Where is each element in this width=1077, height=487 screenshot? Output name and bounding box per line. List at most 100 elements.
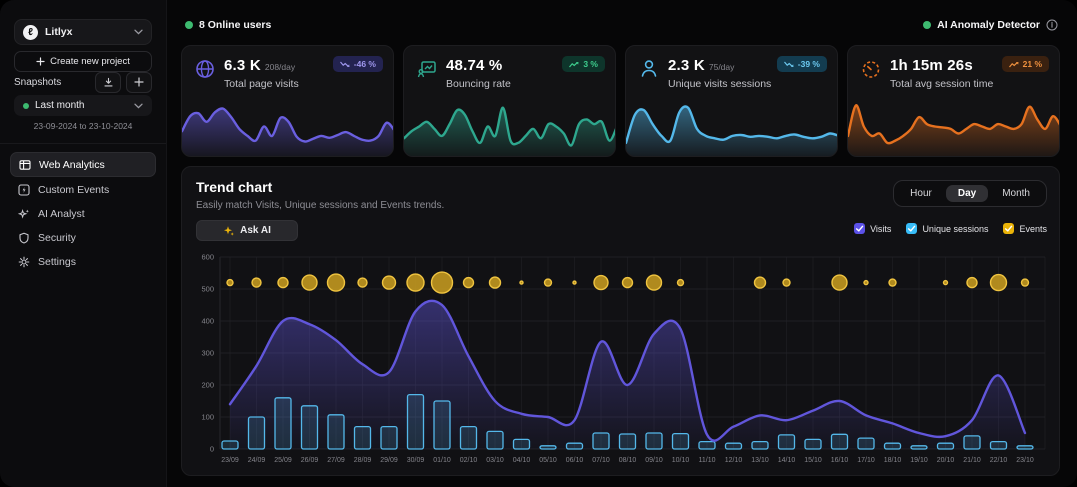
check-icon xyxy=(907,224,916,233)
x-axis-tick: 08/10 xyxy=(619,457,637,464)
plus-icon xyxy=(36,57,45,66)
events-bubble xyxy=(889,279,896,286)
checkbox-visits[interactable] xyxy=(854,223,865,234)
stat-label: Total avg session time xyxy=(890,78,993,90)
columns-icon xyxy=(19,159,31,171)
stat-label: Bouncing rate xyxy=(446,78,511,90)
x-axis-tick: 30/09 xyxy=(407,457,425,464)
stat-card-page-visits[interactable]: 6.3 K208/day Total page visits -46 % xyxy=(181,45,394,157)
trend-badge: -46 % xyxy=(333,56,383,72)
stat-card-bouncing-rate[interactable]: 48.74 % Bouncing rate 3 % xyxy=(403,45,616,157)
trend-badge: -39 % xyxy=(777,56,827,72)
snapshot-period-dropdown[interactable]: Last month xyxy=(14,95,152,116)
trend-down-icon xyxy=(784,61,794,68)
snapshot-date-range: 23-09-2024 to 23-10-2024 xyxy=(0,121,166,131)
sessions-bar xyxy=(434,401,450,449)
ask-ai-button[interactable]: Ask AI xyxy=(196,220,298,241)
checkbox-events[interactable] xyxy=(1003,223,1014,234)
sessions-bar xyxy=(726,443,742,449)
x-axis-tick: 25/09 xyxy=(274,457,292,464)
sidebar-item-custom-events[interactable]: Custom Events xyxy=(10,178,156,201)
snapshot-period-value: Last month xyxy=(35,100,128,111)
sessions-bar xyxy=(964,436,980,449)
range-toggle: Hour Day Month xyxy=(893,180,1047,207)
range-option-month[interactable]: Month xyxy=(990,185,1042,202)
x-axis-tick: 16/10 xyxy=(831,457,849,464)
sessions-bar xyxy=(673,434,689,449)
y-axis-tick: 400 xyxy=(201,317,214,326)
sidebar-item-web-analytics[interactable]: Web Analytics xyxy=(10,152,156,177)
x-axis-tick: 23/10 xyxy=(1016,457,1034,464)
globe-icon xyxy=(195,59,215,79)
check-icon xyxy=(1004,224,1013,233)
stat-value: 6.3 K xyxy=(224,57,261,74)
online-users-indicator: 8 Online users xyxy=(185,19,271,31)
trend-up-icon xyxy=(569,61,579,68)
sessions-bar xyxy=(461,427,477,449)
sessions-bar xyxy=(938,443,954,449)
stat-value: 1h 15m 26s xyxy=(890,57,973,74)
ai-anomaly-indicator: AI Anomaly Detector xyxy=(923,19,1058,31)
stat-rate: 208/day xyxy=(265,62,295,72)
events-bubble xyxy=(967,278,977,288)
events-bubble xyxy=(832,275,847,290)
legend-item-unique-sessions[interactable]: Unique sessions xyxy=(906,223,988,234)
user-icon xyxy=(639,59,659,79)
sessions-bar xyxy=(487,431,503,449)
x-axis-tick: 24/09 xyxy=(248,457,266,464)
events-bubble xyxy=(944,281,948,285)
trend-badge: 3 % xyxy=(562,56,605,72)
stat-card-session-time[interactable]: 1h 15m 26s Total avg session time 21 % xyxy=(847,45,1060,157)
legend-item-visits[interactable]: Visits xyxy=(854,223,891,234)
events-bubble xyxy=(490,277,501,288)
project-selector[interactable]: ℓ Litlyx xyxy=(14,19,152,45)
trend-up-icon xyxy=(1009,61,1019,68)
checkbox-unique-sessions[interactable] xyxy=(906,223,917,234)
events-bubble xyxy=(991,275,1007,291)
trend-chart-panel: Trend chart Easily match Visits, Unique … xyxy=(181,166,1060,476)
events-bubble xyxy=(623,278,633,288)
sessions-bar xyxy=(1017,446,1033,449)
sidebar-item-ai-analyst[interactable]: AI Analyst xyxy=(10,202,156,225)
sidebar-nav: Web Analytics Custom Events AI Analyst S… xyxy=(10,152,156,274)
stat-card-unique-sessions[interactable]: 2.3 K75/day Unique visits sessions -39 % xyxy=(625,45,838,157)
x-axis-tick: 01/10 xyxy=(433,457,451,464)
events-bubble xyxy=(464,278,474,288)
nav-label: Web Analytics xyxy=(39,159,105,171)
info-icon[interactable] xyxy=(1046,19,1058,31)
trend-badge-value: 3 % xyxy=(583,59,598,69)
events-bubble xyxy=(432,272,453,293)
x-axis-tick: 03/10 xyxy=(486,457,504,464)
range-option-day[interactable]: Day xyxy=(946,185,988,202)
x-axis-tick: 27/09 xyxy=(327,457,345,464)
x-axis-tick: 07/10 xyxy=(592,457,610,464)
add-snapshot-button[interactable] xyxy=(126,72,152,93)
nav-label: AI Analyst xyxy=(38,208,85,220)
bolt-square-icon xyxy=(18,184,30,196)
legend-item-events[interactable]: Events xyxy=(1003,223,1047,234)
trend-chart[interactable]: 010020030040050060023/0924/0925/0926/092… xyxy=(194,251,1049,467)
period-status-dot xyxy=(23,103,29,109)
events-bubble xyxy=(302,275,317,290)
sessions-bar xyxy=(302,406,318,449)
trend-chart-title: Trend chart xyxy=(196,179,272,195)
x-axis-tick: 22/10 xyxy=(990,457,1008,464)
trend-chart-subtitle: Easily match Visits, Unique sessions and… xyxy=(196,200,444,211)
range-option-hour[interactable]: Hour xyxy=(898,185,944,202)
sessions-bar xyxy=(249,417,265,449)
events-bubble xyxy=(678,280,684,286)
stat-label: Unique visits sessions xyxy=(668,78,771,90)
events-bubble xyxy=(545,279,552,286)
legend-label: Visits xyxy=(870,224,891,234)
sessions-bar xyxy=(408,395,424,449)
snapshots-header: Snapshots xyxy=(14,72,152,92)
sidebar-item-settings[interactable]: Settings xyxy=(10,250,156,273)
sidebar-item-security[interactable]: Security xyxy=(10,226,156,249)
anomaly-label: AI Anomaly Detector xyxy=(937,19,1040,31)
x-axis-tick: 09/10 xyxy=(645,457,663,464)
events-bubble xyxy=(594,276,608,290)
sessions-bar xyxy=(646,433,662,449)
export-snapshot-button[interactable] xyxy=(95,72,121,93)
litlyx-logo-icon: ℓ xyxy=(23,25,38,40)
create-project-button[interactable]: Create new project xyxy=(14,51,152,72)
